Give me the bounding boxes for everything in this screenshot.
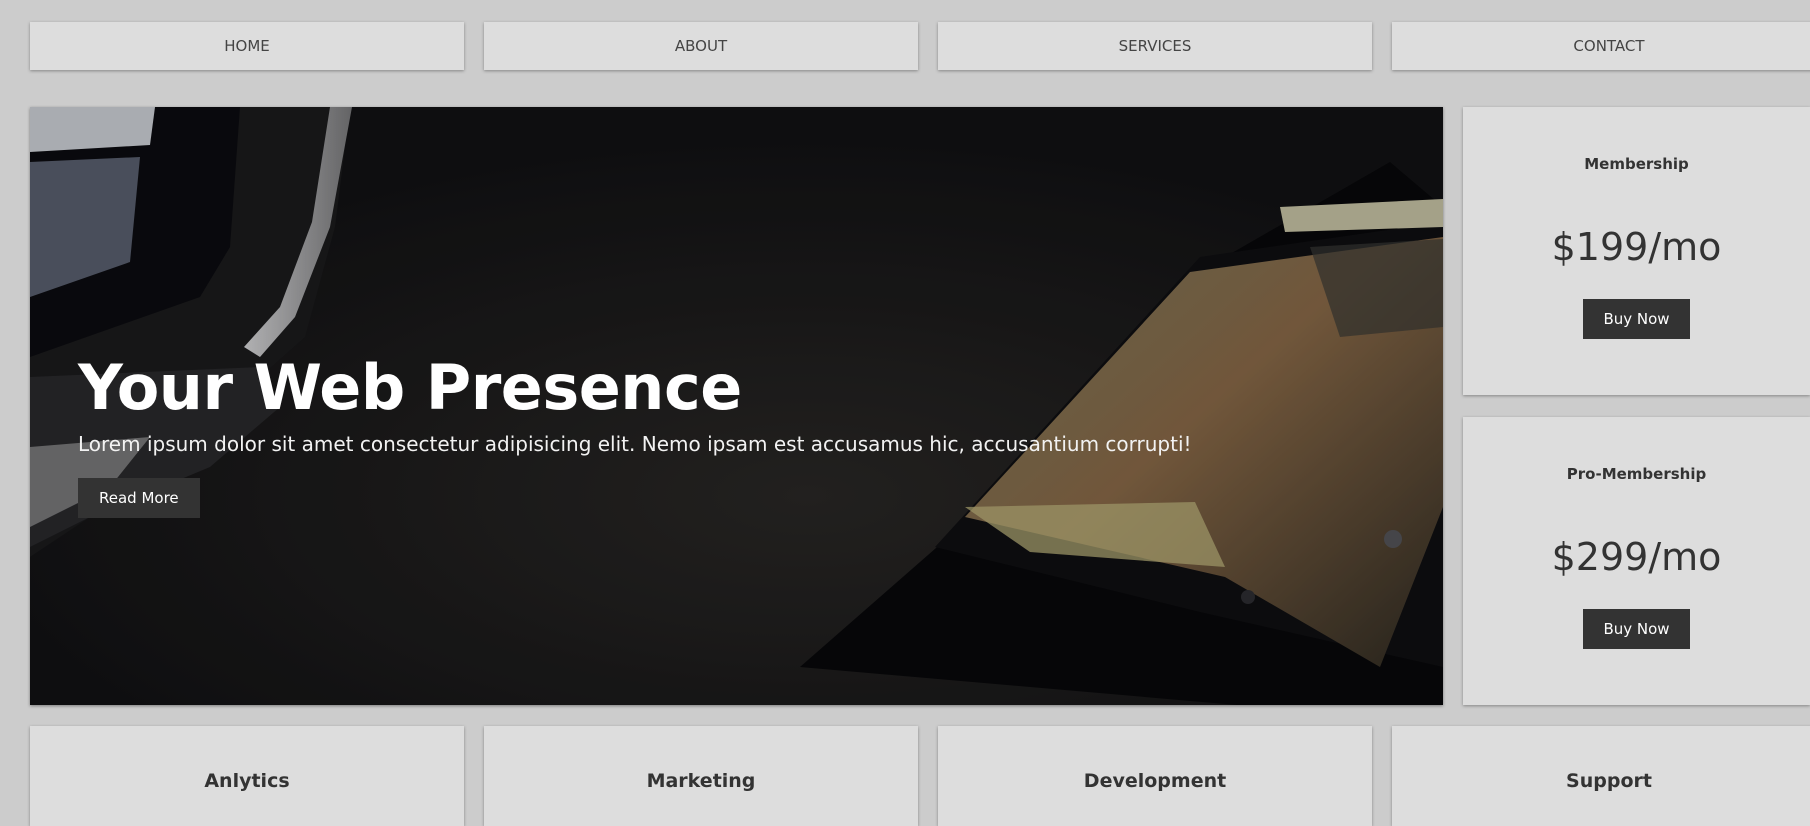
read-more-button[interactable]: Read More bbox=[78, 478, 200, 518]
plan-name: Membership bbox=[1584, 155, 1689, 173]
support-box: Support bbox=[1392, 726, 1810, 826]
analytics-box: Anlytics bbox=[30, 726, 464, 826]
development-box: Development bbox=[938, 726, 1372, 826]
hero-title: Your Web Presence bbox=[78, 351, 742, 424]
hero-showcase: Your Web Presence Lorem ipsum dolor sit … bbox=[30, 107, 1443, 705]
marketing-box: Marketing bbox=[484, 726, 918, 826]
plan-name: Pro-Membership bbox=[1566, 465, 1707, 483]
feature-boxes: Anlytics Marketing Development Support bbox=[30, 726, 1810, 826]
box-title: Anlytics bbox=[204, 770, 290, 792]
buy-now-button[interactable]: Buy Now bbox=[1583, 299, 1690, 339]
box-title: Development bbox=[1083, 770, 1227, 792]
box-title: Support bbox=[1566, 770, 1652, 792]
box-title: Marketing bbox=[646, 770, 756, 792]
pro-membership-card: Pro-Membership $299/mo Buy Now bbox=[1463, 417, 1810, 705]
nav-item-contact[interactable]: CONTACT bbox=[1392, 22, 1810, 70]
nav-item-about[interactable]: ABOUT bbox=[484, 22, 918, 70]
plan-price: $199/mo bbox=[1551, 225, 1722, 269]
membership-card: Membership $199/mo Buy Now bbox=[1463, 107, 1810, 395]
plan-price: $299/mo bbox=[1551, 535, 1722, 579]
top-navigation: HOME ABOUT SERVICES CONTACT bbox=[30, 22, 1810, 70]
hero-content: Your Web Presence Lorem ipsum dolor sit … bbox=[78, 352, 1192, 518]
hero-description: Lorem ipsum dolor sit amet consectetur a… bbox=[78, 432, 1192, 456]
buy-now-button[interactable]: Buy Now bbox=[1583, 609, 1690, 649]
nav-item-home[interactable]: HOME bbox=[30, 22, 464, 70]
nav-item-services[interactable]: SERVICES bbox=[938, 22, 1372, 70]
